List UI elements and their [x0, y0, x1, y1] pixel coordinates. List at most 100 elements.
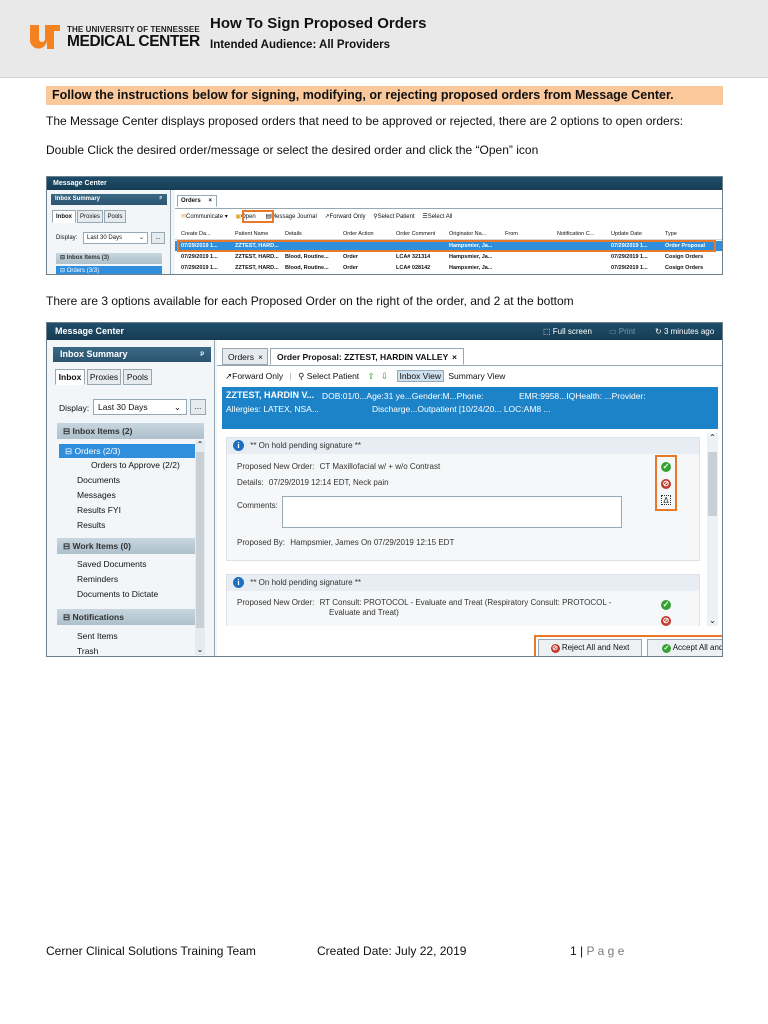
comments-label: Comments: — [237, 501, 278, 510]
window-title: Message Center — [55, 326, 125, 336]
col-type[interactable]: Type — [665, 229, 677, 240]
orders-to-approve-folder[interactable]: Orders to Approve (2/2) — [91, 460, 180, 470]
forward-only-button[interactable]: ↗Forward Only — [324, 214, 365, 220]
inbox-items-label: Inbox Items (2) — [72, 426, 133, 436]
proposal-scrollbar[interactable]: ⌃ ⌄ — [707, 433, 718, 626]
scroll-up-icon[interactable]: ⌃ — [195, 440, 205, 450]
tab-inbox[interactable]: Inbox — [52, 210, 76, 223]
sidebar-item-messages[interactable]: Messages — [77, 490, 116, 500]
col-create-date[interactable]: Create Da... — [181, 229, 211, 240]
cell: 07/29/2019 1... — [611, 265, 648, 271]
display-options-button[interactable]: ... — [151, 232, 165, 244]
scroll-up-icon[interactable]: ⌃ — [707, 433, 718, 443]
communicate-button[interactable]: ✉Communicate ▾ — [181, 214, 228, 220]
col-details[interactable]: Details — [285, 229, 302, 240]
document-page: THE UNIVERSITY OF TENNESSEE MEDICAL CENT… — [0, 0, 768, 1024]
table-row[interactable]: 07/29/2019 1... ZZTEST, HARD... Blood, R… — [175, 252, 722, 262]
collapse-icon: ⊟ — [60, 268, 67, 274]
sidebar-item-trash[interactable]: Trash — [77, 646, 98, 655]
close-icon[interactable]: × — [208, 196, 212, 207]
tab-pools[interactable]: Pools — [123, 369, 152, 385]
tab-orders[interactable]: Orders × — [177, 195, 217, 207]
patient-emr: EMR:9958...IQHealth: ...Provider: — [519, 391, 646, 401]
cell: Cosign Orders — [665, 265, 704, 271]
tab-orders[interactable]: Orders × — [222, 348, 268, 365]
tab-pools[interactable]: Pools — [104, 210, 126, 223]
sidebar-item-sent-items[interactable]: Sent Items — [77, 631, 118, 641]
orders-folder[interactable]: ⊟ Orders (2/3) — [59, 444, 202, 458]
page-number: 1 — [570, 944, 577, 958]
select-patient-button[interactable]: ⚲ Select Patient — [298, 371, 359, 381]
refresh-label: 3 minutes ago — [663, 327, 715, 336]
col-notification[interactable]: Notification C... — [557, 229, 594, 240]
col-from[interactable]: From — [505, 229, 518, 240]
inbox-summary-header: Inbox Summary ᵖ — [51, 194, 167, 205]
scroll-down-icon[interactable]: ⌄ — [707, 616, 718, 626]
tab-proxies[interactable]: Proxies — [87, 369, 121, 385]
inbox-sidebar: Inbox Summary ᵖ Inbox Proxies Pools Disp… — [47, 190, 171, 274]
forward-only-button[interactable]: ↗Forward Only — [225, 371, 283, 381]
accept-order-button[interactable]: ✓ — [661, 600, 671, 610]
tab-divider — [175, 208, 722, 209]
tab-orders-label: Orders — [228, 352, 254, 362]
sidebar-item-documents-to-dictate[interactable]: Documents to Dictate — [77, 589, 158, 599]
up-arrow-icon[interactable]: ⇧ — [368, 371, 375, 381]
sidebar-item-results-fyi[interactable]: Results FYI — [77, 505, 121, 515]
cell: Blood, Routine... — [285, 254, 329, 260]
card-status-bar: i ** On hold pending signature ** — [227, 438, 699, 454]
inbox-items-section[interactable]: ⊟ Inbox Items (3) — [56, 253, 162, 264]
scroll-down-icon[interactable]: ⌄ — [195, 645, 205, 655]
col-patient-name[interactable]: Patient Name — [235, 229, 268, 240]
info-icon: i — [233, 440, 244, 451]
col-originator[interactable]: Originator Na... — [449, 229, 486, 240]
cell: 07/29/2019 1... — [181, 265, 218, 271]
col-order-action[interactable]: Order Action — [343, 229, 374, 240]
scroll-thumb[interactable] — [708, 452, 717, 516]
close-icon[interactable]: × — [258, 349, 263, 365]
print-button[interactable]: ▭ Print — [609, 323, 635, 340]
orders-pane: Orders × ✉Communicate ▾ ▣Open ▤Message J… — [175, 190, 722, 274]
card-status: ** On hold pending signature ** — [250, 578, 361, 587]
select-all-label: Select All — [427, 214, 453, 220]
select-patient-label: Select Patient — [306, 371, 360, 381]
refresh-button[interactable]: ↻ 3 minutes ago — [655, 323, 714, 340]
display-options-button[interactable]: ... — [190, 399, 206, 415]
display-select[interactable]: Last 30 Days ⌄ — [83, 232, 148, 244]
orders-folder[interactable]: ⊟ Orders (3/3) — [56, 266, 162, 274]
reject-order-button[interactable]: ⊘ — [661, 616, 671, 626]
notifications-section[interactable]: ⊟ Notifications — [57, 609, 204, 625]
sidebar-scrollbar[interactable]: ⌃ ⌄ — [195, 440, 205, 655]
orders-folder-label: Orders (3/3) — [66, 268, 100, 274]
chevron-down-icon: ⌄ — [173, 402, 181, 412]
table-row[interactable]: 07/29/2019 1... ZZTEST, HARD... Blood, R… — [175, 263, 722, 273]
card-status-bar: i ** On hold pending signature ** — [227, 575, 699, 591]
inbox-items-section[interactable]: ⊟ Inbox Items (2) — [57, 423, 204, 439]
col-update-date[interactable]: Update Date — [611, 229, 642, 240]
work-items-section[interactable]: ⊟ Work Items (0) — [57, 538, 204, 554]
sidebar-item-reminders[interactable]: Reminders — [77, 574, 118, 584]
patient-name[interactable]: ZZTEST, HARDIN V... — [226, 390, 314, 400]
inbox-view-toggle[interactable]: Inbox View — [396, 370, 444, 382]
summary-view-toggle[interactable]: Summary View — [448, 371, 505, 381]
tab-proxies[interactable]: Proxies — [77, 210, 103, 223]
tab-inbox[interactable]: Inbox — [55, 369, 85, 385]
select-patient-button[interactable]: ⚲Select Patient — [373, 214, 414, 220]
down-arrow-icon[interactable]: ⇩ — [381, 371, 388, 381]
pin-icon[interactable]: ᵖ — [160, 194, 162, 205]
display-select[interactable]: Last 30 Days ⌄ — [93, 399, 187, 415]
pin-icon[interactable]: ᵖ — [200, 347, 204, 362]
scroll-thumb[interactable] — [196, 452, 204, 628]
sidebar-item-documents[interactable]: Documents — [77, 475, 120, 485]
close-icon[interactable]: × — [452, 349, 457, 365]
tab-order-proposal[interactable]: Order Proposal: ZZTEST, HARDIN VALLEY × — [270, 348, 464, 365]
ut-medical-center-logo: THE UNIVERSITY OF TENNESSEE MEDICAL CENT… — [30, 24, 200, 54]
print-label: Print — [618, 327, 636, 336]
logo-line2: MEDICAL CENTER — [67, 33, 200, 50]
sidebar-item-results[interactable]: Results — [77, 520, 105, 530]
inbox-summary-label: Inbox Summary — [60, 349, 128, 359]
comments-field[interactable] — [282, 496, 622, 528]
full-screen-button[interactable]: ⬚ Full screen — [543, 323, 592, 340]
sidebar-item-saved-documents[interactable]: Saved Documents — [77, 559, 146, 569]
select-all-button[interactable]: ☰Select All — [422, 214, 452, 220]
col-order-comment[interactable]: Order Comment — [396, 229, 435, 240]
